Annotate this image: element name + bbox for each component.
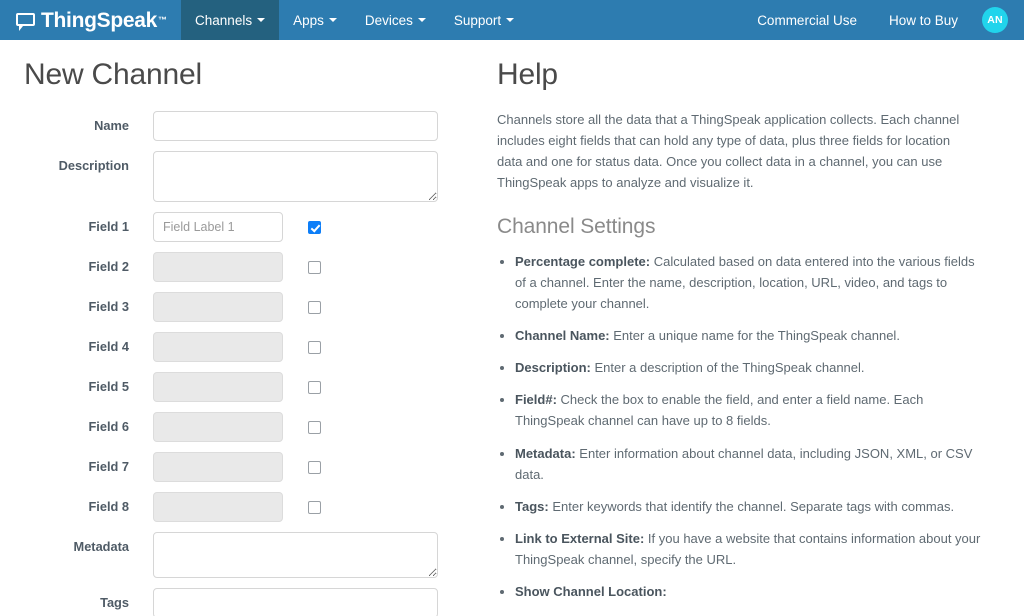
help-item-link-to-external-site: Link to External Site: If you have a web…: [515, 528, 985, 570]
form-row-field-5: Field 5: [0, 372, 487, 402]
chevron-down-icon: [506, 18, 515, 22]
form-row-field-8: Field 8: [0, 492, 487, 522]
nav-item-channels-label: Channels: [195, 12, 253, 28]
help-title: Help: [497, 58, 558, 91]
help-text: Enter information about channel data, in…: [515, 445, 973, 482]
form-row-name: Name: [0, 111, 487, 141]
form-row-field-3: Field 3: [0, 292, 487, 322]
description-textarea[interactable]: [153, 151, 438, 202]
help-text: Enter keywords that identify the channel…: [548, 498, 955, 514]
field-7-checkbox[interactable]: [308, 460, 321, 474]
field-4-checkbox[interactable]: [308, 340, 321, 354]
field-8-label: Field 8: [88, 499, 129, 514]
field-7-input[interactable]: [153, 452, 283, 482]
top-navbar: ThingSpeak ™ Channels Apps Devices Suppo…: [0, 0, 1024, 40]
nav-item-support-label: Support: [453, 12, 502, 28]
help-term: Channel Name:: [515, 328, 610, 344]
field-6-checkbox[interactable]: [308, 420, 321, 434]
help-term: Field#:: [515, 392, 557, 408]
help-term: Description:: [515, 360, 591, 376]
form-row-field-1: Field 1: [0, 212, 487, 242]
nav-item-devices[interactable]: Devices: [351, 0, 440, 40]
field-1-checkbox[interactable]: [308, 220, 321, 234]
page-body: New Channel Name Description Field 1 Fie…: [0, 40, 1024, 616]
new-channel-form: Name Description Field 1 Field 2: [0, 111, 487, 616]
field-5-input[interactable]: [153, 372, 283, 402]
trademark-symbol: ™: [158, 15, 168, 25]
help-item-field-number: Field#: Check the box to enable the fiel…: [515, 389, 985, 431]
help-item-channel-name: Channel Name: Enter a unique name for th…: [515, 325, 985, 346]
channel-location-sub-list: Latitude: Specify the latitude position …: [515, 612, 985, 616]
chevron-down-icon: [417, 18, 426, 22]
field-1-input[interactable]: [153, 212, 283, 242]
avatar[interactable]: AN: [982, 7, 1008, 33]
form-row-field-7: Field 7: [0, 452, 487, 482]
field-5-checkbox[interactable]: [308, 380, 321, 394]
help-term: Show Channel Location:: [515, 583, 667, 599]
field-1-label: Field 1: [88, 219, 129, 234]
field-3-checkbox[interactable]: [308, 300, 321, 314]
field-4-label: Field 4: [88, 339, 129, 354]
help-text: Enter a description of the ThingSpeak ch…: [590, 360, 865, 376]
channel-settings-list: Percentage complete: Calculated based on…: [497, 251, 1024, 616]
thingspeak-logo[interactable]: ThingSpeak ™: [0, 0, 181, 40]
field-5-label: Field 5: [88, 379, 129, 394]
field-3-input[interactable]: [153, 292, 283, 322]
tags-input[interactable]: [153, 588, 438, 616]
chevron-down-icon: [257, 18, 266, 22]
help-subitem-latitude: Latitude: Specify the latitude position …: [537, 612, 985, 616]
field-6-label: Field 6: [88, 419, 129, 434]
speech-bubble-monitor-icon: [16, 12, 35, 31]
field-2-checkbox[interactable]: [308, 260, 321, 274]
nav-item-devices-label: Devices: [364, 12, 413, 28]
field-8-checkbox[interactable]: [308, 500, 321, 514]
nav-item-channels[interactable]: Channels: [181, 0, 280, 40]
field-8-input[interactable]: [153, 492, 283, 522]
nav-item-how-to-buy[interactable]: How to Buy: [873, 13, 974, 28]
help-term: Percentage complete:: [515, 254, 651, 270]
help-term: Metadata:: [515, 445, 576, 461]
primary-nav: Channels Apps Devices Support: [181, 0, 528, 40]
field-2-label: Field 2: [88, 259, 129, 274]
page-title: New Channel: [24, 58, 202, 91]
form-row-field-2: Field 2: [0, 252, 487, 282]
help-term: Link to External Site:: [515, 530, 645, 546]
help-panel: Help Channels store all the data that a …: [487, 40, 1024, 616]
form-row-metadata: Metadata: [0, 532, 487, 578]
help-item-percentage-complete: Percentage complete: Calculated based on…: [515, 251, 985, 314]
secondary-nav: Commercial Use How to Buy AN: [741, 0, 1024, 40]
brand-name: ThingSpeak: [41, 8, 158, 32]
nav-item-apps-label: Apps: [293, 12, 324, 28]
help-intro-paragraph: Channels store all the data that a Thing…: [497, 112, 960, 191]
name-input[interactable]: [153, 111, 438, 141]
form-row-description: Description: [0, 151, 487, 202]
form-row-field-6: Field 6: [0, 412, 487, 442]
help-text: Enter a unique name for the ThingSpeak c…: [609, 328, 900, 344]
field-7-label: Field 7: [88, 459, 129, 474]
field-4-input[interactable]: [153, 332, 283, 362]
help-item-tags: Tags: Enter keywords that identify the c…: [515, 496, 985, 517]
description-label: Description: [58, 158, 129, 173]
nav-item-support[interactable]: Support: [440, 0, 528, 40]
new-channel-form-column: New Channel Name Description Field 1 Fie…: [0, 40, 487, 616]
help-item-metadata: Metadata: Enter information about channe…: [515, 443, 985, 485]
metadata-textarea[interactable]: [153, 532, 438, 578]
tags-label: Tags: [100, 595, 129, 610]
form-row-tags: Tags: [0, 588, 487, 616]
chevron-down-icon: [328, 18, 337, 22]
help-section-title: Channel Settings: [497, 215, 656, 239]
name-label: Name: [94, 118, 129, 133]
field-3-label: Field 3: [88, 299, 129, 314]
field-6-input[interactable]: [153, 412, 283, 442]
help-text: Check the box to enable the field, and e…: [515, 392, 924, 429]
nav-item-apps[interactable]: Apps: [279, 0, 351, 40]
form-row-field-4: Field 4: [0, 332, 487, 362]
metadata-label: Metadata: [73, 539, 129, 554]
help-term: Tags:: [515, 498, 549, 514]
nav-item-commercial-use[interactable]: Commercial Use: [741, 13, 873, 28]
help-item-description: Description: Enter a description of the …: [515, 357, 985, 378]
field-2-input[interactable]: [153, 252, 283, 282]
help-item-show-channel-location: Show Channel Location: Latitude: Specify…: [515, 581, 985, 616]
